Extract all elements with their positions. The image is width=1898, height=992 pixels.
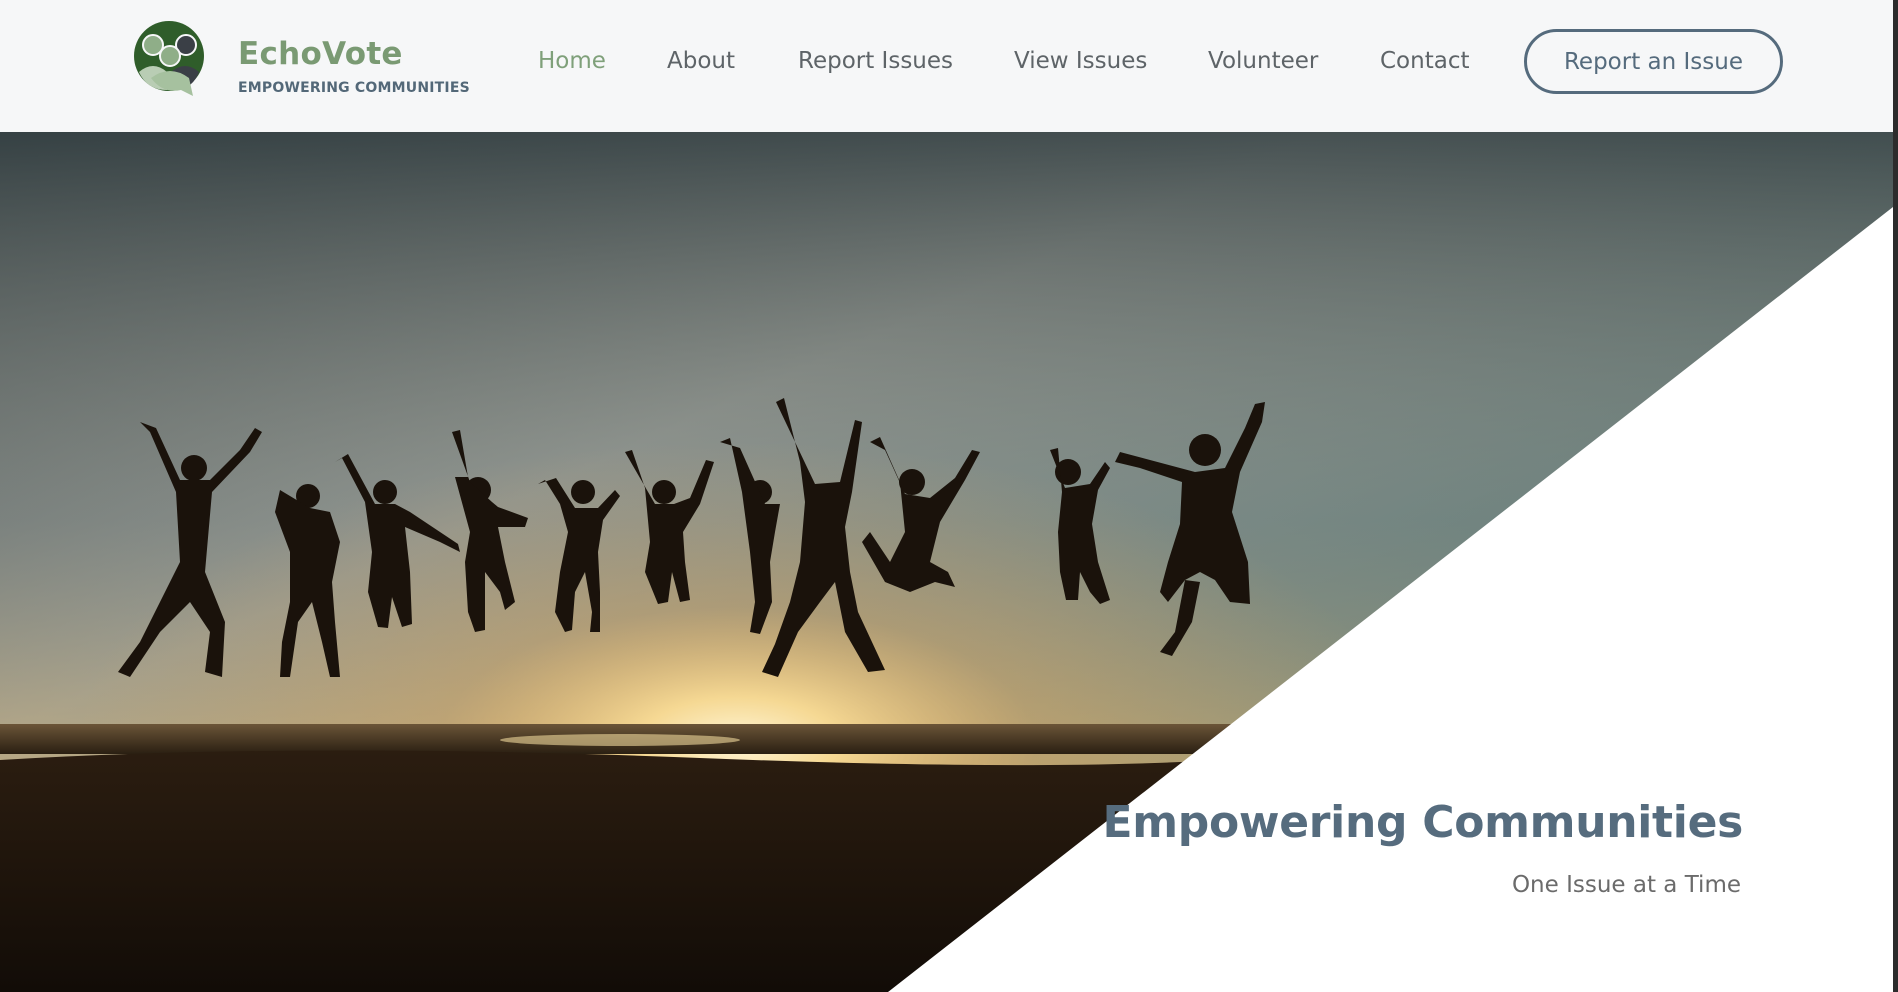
nav-about[interactable]: About bbox=[667, 48, 735, 74]
hero-image bbox=[0, 132, 1893, 992]
nav-volunteer[interactable]: Volunteer bbox=[1208, 48, 1318, 74]
nav-contact[interactable]: Contact bbox=[1380, 48, 1469, 74]
nav-view-issues[interactable]: View Issues bbox=[1014, 48, 1147, 74]
brand-tagline: EMPOWERING COMMUNITIES bbox=[238, 80, 470, 96]
logo-icon[interactable] bbox=[133, 20, 205, 98]
window-edge bbox=[1893, 0, 1898, 992]
hero-section: Empowering Communities One Issue at a Ti… bbox=[0, 132, 1893, 992]
site-header: EchoVote EMPOWERING COMMUNITIES Home Abo… bbox=[0, 0, 1893, 132]
brand-name[interactable]: EchoVote bbox=[238, 36, 403, 72]
hero-title: Empowering Communities bbox=[1102, 797, 1743, 848]
nav-report-issues[interactable]: Report Issues bbox=[798, 48, 953, 74]
report-an-issue-button[interactable]: Report an Issue bbox=[1524, 29, 1783, 94]
nav-home[interactable]: Home bbox=[538, 48, 606, 74]
hero-subtitle: One Issue at a Time bbox=[1511, 872, 1741, 898]
